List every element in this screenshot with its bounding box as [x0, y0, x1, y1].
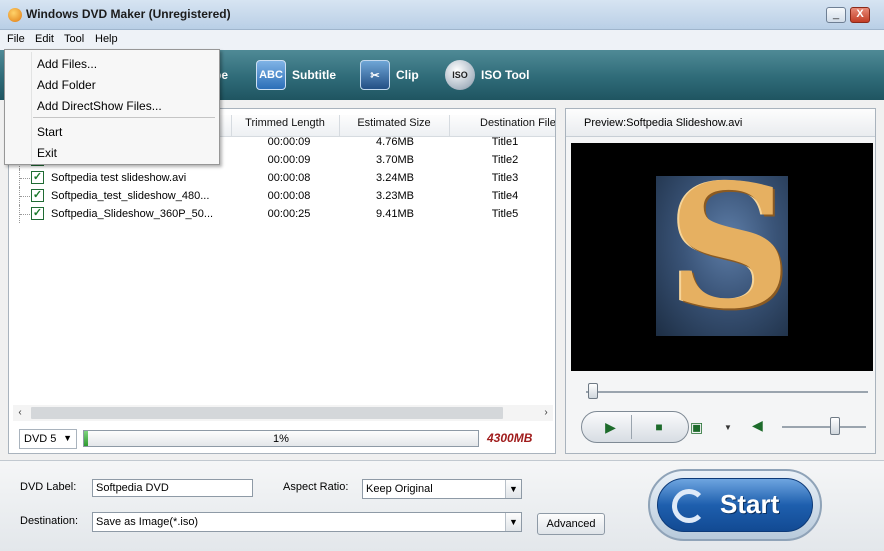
row-size: 9.41MB — [376, 208, 414, 220]
disc-capacity: 4300MB — [487, 431, 533, 445]
subtitle-label: Subtitle — [292, 68, 336, 82]
menu-file[interactable]: File — [7, 33, 25, 45]
clip-label: Clip — [396, 68, 419, 82]
row-size: 3.24MB — [376, 172, 414, 184]
table-row[interactable]: ✓ Softpedia_Slideshow_360P_50... 00:00:2… — [9, 205, 555, 223]
row-checkbox[interactable]: ✓ — [31, 171, 44, 184]
menu-item-exit[interactable]: Exit — [37, 146, 57, 160]
file-menu-dropdown: Add Files... Add Folder Add DirectShow F… — [4, 49, 220, 165]
window-title: Windows DVD Maker (Unregistered) — [26, 7, 231, 21]
disc-usage-progress: 1% — [83, 430, 479, 447]
row-destination: Title4 — [491, 190, 519, 202]
row-destination: Title3 — [491, 172, 519, 184]
preview-panel: Preview:Softpedia Slideshow.avi S ▶ ■ ▣ … — [565, 108, 876, 454]
tree-line — [19, 187, 30, 205]
tree-line — [19, 169, 30, 187]
row-file-name: Softpedia test slideshow.avi — [51, 172, 187, 184]
preview-thumbnail: S — [656, 176, 788, 336]
row-size: 3.23MB — [376, 190, 414, 202]
row-checkbox[interactable]: ✓ — [31, 189, 44, 202]
destination-value: Save as Image(*.iso) — [96, 516, 199, 528]
refresh-arrow-icon — [672, 489, 706, 523]
row-size: 4.76MB — [376, 136, 414, 148]
video-screen[interactable]: S — [571, 143, 873, 371]
destination-caption: Destination: — [20, 515, 79, 527]
row-file-name: Softpedia_Slideshow_360P_50... — [51, 208, 214, 220]
row-length: 00:00:08 — [267, 172, 311, 184]
row-destination: Title1 — [491, 136, 519, 148]
aspect-ratio-select[interactable]: Keep Original ▼ — [362, 479, 522, 499]
preview-artwork: S — [668, 176, 788, 336]
tree-line — [19, 205, 30, 223]
row-length: 00:00:09 — [267, 136, 311, 148]
speaker-icon[interactable]: ◀ — [752, 417, 763, 434]
dvd-label-caption: DVD Label: — [20, 481, 77, 493]
preview-title: Preview:Softpedia Slideshow.avi — [566, 109, 875, 137]
snapshot-dropdown-icon[interactable]: ▼ — [724, 423, 732, 432]
disc-type-select[interactable]: DVD 5 ▼ — [19, 429, 77, 449]
scroll-left-icon[interactable]: ‹ — [13, 406, 27, 420]
seek-slider-handle[interactable] — [588, 383, 598, 399]
chevron-down-icon: ▼ — [63, 433, 72, 443]
playback-controls: ▶ ■ — [581, 411, 689, 443]
menu-gutter — [31, 52, 32, 162]
disc-type-value: DVD 5 — [24, 433, 57, 445]
horizontal-scrollbar[interactable]: ‹ › — [13, 405, 553, 421]
seek-track[interactable] — [586, 391, 868, 393]
menu-item-add-directshow-files[interactable]: Add DirectShow Files... — [37, 99, 162, 113]
play-icon[interactable]: ▶ — [590, 415, 632, 439]
menu-separator — [33, 117, 215, 118]
stop-icon[interactable]: ■ — [638, 415, 680, 439]
menu-tool[interactable]: Tool — [64, 33, 84, 45]
app-icon — [8, 8, 22, 22]
subtitle-button[interactable]: ABC Subtitle — [256, 58, 336, 92]
start-button-face: Start — [657, 478, 813, 532]
minimize-button[interactable]: _ — [826, 7, 846, 23]
menu-item-add-files[interactable]: Add Files... — [37, 57, 97, 71]
table-row[interactable]: ✓ Softpedia_test_slideshow_480... 00:00:… — [9, 187, 555, 205]
row-checkbox[interactable]: ✓ — [31, 207, 44, 220]
scroll-right-icon[interactable]: › — [539, 406, 553, 420]
subtitle-icon: ABC — [256, 60, 286, 90]
iso-disc-icon: ISO — [445, 60, 475, 90]
row-file-name: Softpedia_test_slideshow_480... — [51, 190, 210, 202]
dvd-label-input[interactable]: Softpedia DVD — [92, 479, 253, 497]
row-length: 00:00:09 — [267, 154, 311, 166]
iso-tool-label: ISO Tool — [481, 68, 530, 82]
row-length: 00:00:25 — [267, 208, 311, 220]
menu-bar: File Edit Tool Help — [0, 30, 884, 50]
clip-icon: ✂ — [360, 60, 390, 90]
title-bar: Windows DVD Maker (Unregistered) _ X — [0, 0, 884, 30]
start-button-label: Start — [720, 489, 780, 519]
camera-snapshot-icon[interactable]: ▣ — [690, 419, 710, 435]
chevron-down-icon: ▼ — [505, 480, 521, 498]
table-row[interactable]: ✓ Softpedia test slideshow.avi 00:00:08 … — [9, 169, 555, 187]
close-button[interactable]: X — [850, 7, 870, 23]
start-button[interactable]: Start — [648, 469, 822, 541]
menu-item-start[interactable]: Start — [37, 125, 62, 139]
volume-slider-handle[interactable] — [830, 417, 840, 435]
row-destination: Title2 — [491, 154, 519, 166]
advanced-button[interactable]: Advanced — [537, 513, 605, 535]
menu-item-add-folder[interactable]: Add Folder — [37, 78, 96, 92]
destination-select[interactable]: Save as Image(*.iso) ▼ — [92, 512, 522, 532]
aspect-ratio-caption: Aspect Ratio: — [283, 481, 349, 493]
row-size: 3.70MB — [376, 154, 414, 166]
settings-panel: DVD Label: Softpedia DVD Aspect Ratio: K… — [0, 460, 884, 551]
volume-track[interactable] — [782, 426, 866, 428]
scrollbar-thumb[interactable] — [31, 407, 503, 419]
progress-percent: 1% — [273, 433, 289, 445]
row-destination: Title5 — [491, 208, 519, 220]
menu-help[interactable]: Help — [95, 33, 118, 45]
chevron-down-icon: ▼ — [505, 513, 521, 531]
iso-tool-button[interactable]: ISO ISO Tool — [445, 58, 529, 92]
row-length: 00:00:08 — [267, 190, 311, 202]
clip-button[interactable]: ✂ Clip — [360, 58, 419, 92]
menu-edit[interactable]: Edit — [35, 33, 54, 45]
aspect-ratio-value: Keep Original — [366, 483, 433, 495]
